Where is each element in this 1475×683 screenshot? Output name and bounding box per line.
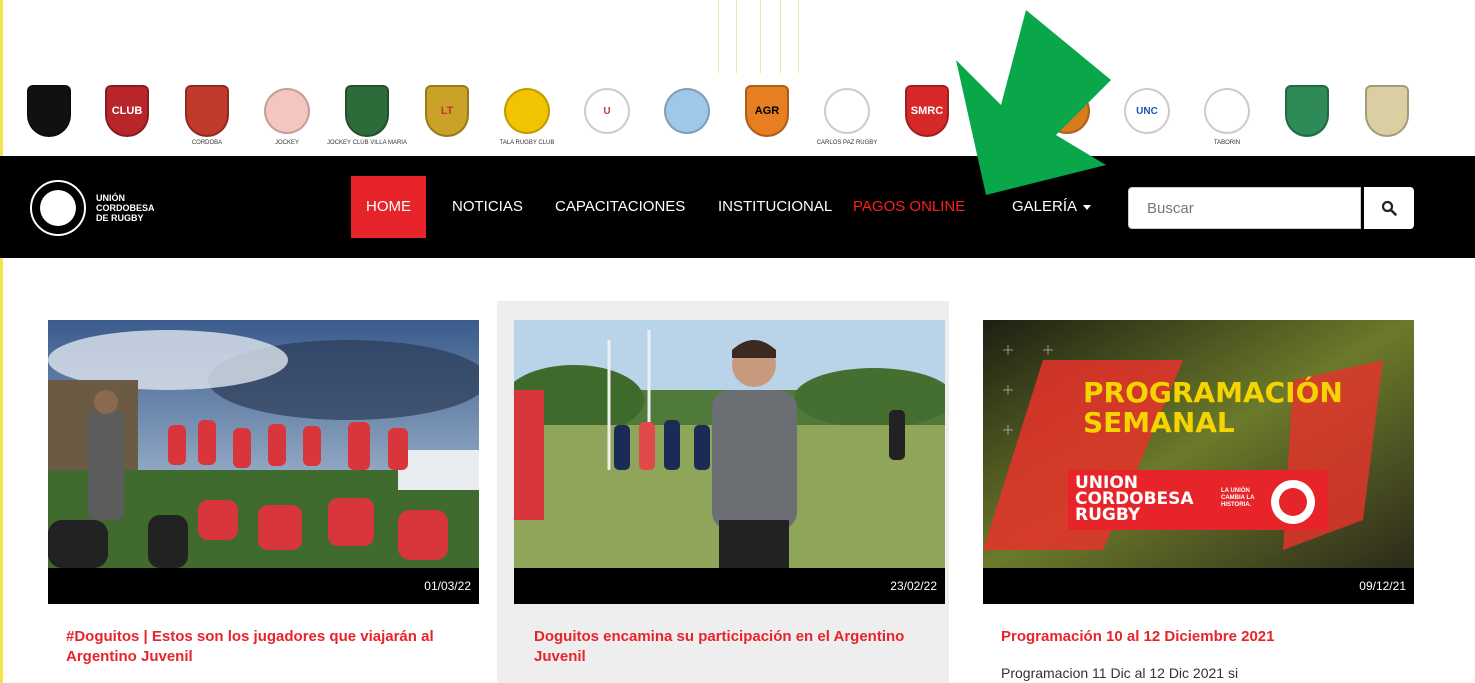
club-logo-16-icon — [1285, 85, 1329, 137]
club-logo-5-caption: JOCKEY CLUB VILLA MARIA — [327, 140, 407, 146]
news-card-3[interactable]: PROGRAMACIÓN SEMANAL UNION CORDOBESA RUG… — [973, 301, 1425, 683]
news-image-3[interactable]: PROGRAMACIÓN SEMANAL UNION CORDOBESA RUG… — [983, 320, 1414, 568]
nav-galeria-label: GALERÍA — [1012, 198, 1078, 215]
club-logo-5-icon — [345, 85, 389, 137]
club-logo-6-icon: LT — [425, 85, 469, 137]
brand-line-2: CORDOBESA — [96, 203, 155, 213]
club-logo-3[interactable]: CORDOBA — [178, 78, 236, 146]
search-button[interactable] — [1364, 187, 1414, 229]
club-logo-8[interactable]: U — [578, 78, 636, 144]
club-logo-15-caption: TABORIN — [1213, 140, 1241, 146]
news-title-1[interactable]: #Doguitos | Estos son los jugadores que … — [66, 627, 466, 667]
club-logo-15-icon — [1204, 88, 1250, 134]
club-logo-9[interactable] — [658, 78, 716, 144]
promo-line-1: PROGRAMACIÓN — [1083, 376, 1343, 409]
news-excerpt-3: Programacion 11 Dic al 12 Dic 2021 si — [1001, 665, 1239, 681]
promo-brand-3: RUGBY — [1075, 505, 1141, 525]
news-date-2: 23/02/22 — [514, 568, 945, 604]
club-logo-11-icon — [824, 88, 870, 134]
green-arrow-annotation — [956, 10, 1111, 195]
club-logo-17-icon — [1365, 85, 1409, 137]
club-logo-14-icon: UNC — [1124, 88, 1170, 134]
club-logo-15[interactable]: TABORIN — [1198, 78, 1256, 146]
club-logo-3-caption: CORDOBA — [191, 140, 223, 146]
promo-brand: UNION CORDOBESA RUGBY — [1075, 475, 1194, 525]
club-logo-4-caption: JOCKEY — [274, 140, 299, 146]
promo-tagline: LA UNIÓN CAMBIA LA HISTORIA. — [1221, 488, 1255, 508]
club-logo-2-icon: CLUB — [105, 85, 149, 137]
news-card-2[interactable]: 23/02/22 Doguitos encamina su participac… — [497, 301, 949, 683]
club-logo-12-icon: SMRC — [905, 85, 949, 137]
news-card-1[interactable]: 01/03/22 #Doguitos | Estos son los jugad… — [38, 301, 490, 683]
brand-line-3: DE RUGBY — [96, 213, 144, 223]
club-logo-7-caption: TALA RUGBY CLUB — [499, 140, 555, 146]
club-logo-3-icon — [185, 85, 229, 137]
club-logo-4[interactable]: JOCKEY — [258, 78, 316, 146]
club-logo-1[interactable] — [20, 78, 78, 144]
club-logos-row: CLUB CORDOBA JOCKEY JOCKEY CLUB VILLA MARIA… — [0, 78, 1475, 148]
club-logo-4-icon — [264, 88, 310, 134]
club-logo-2[interactable]: CLUB — [98, 78, 156, 144]
nav-home[interactable]: HOME — [351, 176, 426, 238]
decorative-lines — [718, 0, 808, 73]
club-logo-16[interactable] — [1278, 78, 1336, 144]
club-logo-8-icon: U — [584, 88, 630, 134]
caret-down-icon — [1083, 204, 1092, 210]
club-logo-10-icon: AGR — [745, 85, 789, 137]
search-icon — [1381, 200, 1397, 216]
brand-emblem-icon — [30, 180, 86, 236]
club-logo-11[interactable]: CARLOS PAZ RUGBY — [816, 78, 878, 146]
club-logo-10[interactable]: AGR — [738, 78, 796, 144]
club-logo-9-icon — [664, 88, 710, 134]
club-logo-17[interactable] — [1358, 78, 1416, 144]
news-image-1[interactable] — [48, 320, 479, 568]
club-logo-1-icon — [27, 85, 71, 137]
news-title-3[interactable]: Programación 10 al 12 Diciembre 2021 — [1001, 627, 1401, 647]
promo-headline: PROGRAMACIÓN SEMANAL — [1083, 378, 1343, 438]
club-logo-7-icon — [504, 88, 550, 134]
nav-capacitaciones[interactable]: CAPACITACIONES — [540, 176, 700, 238]
nav-noticias[interactable]: NOTICIAS — [437, 176, 538, 238]
club-logo-11-caption: CARLOS PAZ RUGBY — [816, 140, 878, 146]
nav-institucional[interactable]: INSTITUCIONAL — [703, 176, 847, 238]
brand-text: UNIÓN CORDOBESA DE RUGBY — [96, 193, 155, 223]
news-date-3: 09/12/21 — [983, 568, 1414, 604]
promo-line-2: SEMANAL — [1083, 406, 1235, 439]
brand-line-1: UNIÓN — [96, 193, 125, 203]
news-title-2[interactable]: Doguitos encamina su participación en el… — [534, 627, 934, 667]
search-input[interactable] — [1128, 187, 1361, 229]
club-logo-5[interactable]: JOCKEY CLUB VILLA MARIA — [327, 78, 407, 146]
news-date-1: 01/03/22 — [48, 568, 479, 604]
brand-logo[interactable]: UNIÓN CORDOBESA DE RUGBY — [30, 180, 155, 236]
club-logo-14[interactable]: UNC — [1118, 78, 1176, 144]
club-logo-7[interactable]: TALA RUGBY CLUB — [498, 78, 556, 146]
club-logo-6[interactable]: LT — [418, 78, 476, 144]
news-image-2[interactable] — [514, 320, 945, 568]
